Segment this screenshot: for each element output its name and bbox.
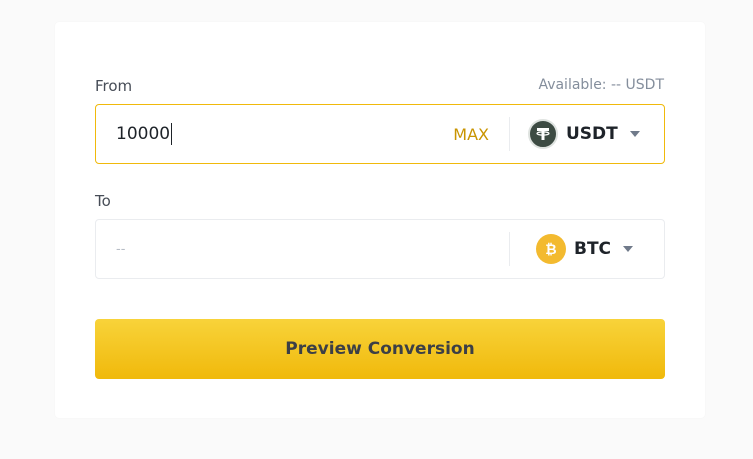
convert-card: From Available: -- USDT 10000 MAX USDT T… bbox=[55, 22, 705, 418]
from-amount-input[interactable]: 10000 bbox=[116, 105, 173, 163]
preview-conversion-button[interactable]: Preview Conversion bbox=[95, 319, 665, 379]
max-button[interactable]: MAX bbox=[453, 105, 489, 163]
to-coin-symbol: BTC bbox=[574, 239, 612, 259]
field-divider bbox=[509, 232, 510, 266]
to-amount-field[interactable]: -- ₿ BTC bbox=[95, 219, 665, 279]
chevron-down-icon bbox=[623, 246, 634, 252]
from-coin-symbol: USDT bbox=[566, 124, 618, 144]
to-coin-selector[interactable]: ₿ BTC bbox=[536, 220, 634, 278]
available-balance: Available: -- USDT bbox=[538, 77, 664, 93]
chevron-down-icon bbox=[629, 131, 640, 137]
from-label: From bbox=[95, 77, 133, 95]
to-label: To bbox=[95, 192, 111, 210]
from-coin-selector[interactable]: USDT bbox=[528, 105, 640, 163]
to-amount-placeholder: -- bbox=[116, 241, 126, 257]
from-amount-field[interactable]: 10000 MAX USDT bbox=[95, 104, 665, 164]
usdt-coin-icon bbox=[528, 119, 558, 149]
btc-coin-icon: ₿ bbox=[536, 234, 566, 264]
field-divider bbox=[509, 117, 510, 151]
to-amount-input[interactable]: -- bbox=[116, 220, 125, 278]
from-amount-value: 10000 bbox=[116, 124, 171, 144]
text-caret bbox=[171, 123, 173, 145]
svg-text:₿: ₿ bbox=[545, 242, 556, 258]
